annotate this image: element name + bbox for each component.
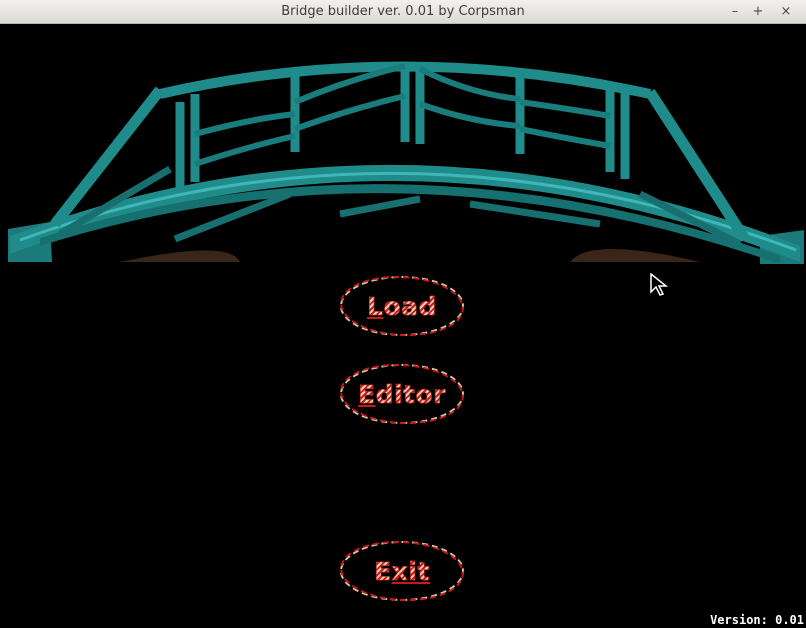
- editor-mnemonic: E: [358, 379, 376, 409]
- maximize-button[interactable]: +: [749, 3, 767, 21]
- bridge-banner-image: [8, 61, 804, 264]
- bridge-shadow-right: [570, 249, 700, 262]
- load-mnemonic: L: [367, 291, 384, 321]
- pointer-arrow-icon: [650, 273, 668, 296]
- minimize-button[interactable]: –: [726, 3, 744, 21]
- exit-label-first: E: [374, 556, 392, 586]
- exit-mnemonic: xit: [391, 556, 430, 586]
- app-window: Bridge builder ver. 0.01 by Corpsman – +…: [0, 0, 806, 628]
- exit-button[interactable]: Exit: [340, 541, 464, 601]
- close-button[interactable]: ×: [777, 3, 795, 21]
- window-title: Bridge builder ver. 0.01 by Corpsman: [281, 4, 525, 19]
- version-label: Version: 0.01: [710, 613, 804, 627]
- load-label-rest: oad: [383, 291, 437, 321]
- editor-button-label: Editor: [358, 379, 446, 409]
- title-bar[interactable]: Bridge builder ver. 0.01 by Corpsman – +…: [0, 0, 806, 24]
- game-canvas: Load Editor Exit Version: 0.01: [0, 24, 806, 628]
- editor-label-rest: ditor: [375, 379, 446, 409]
- bridge-shadow-left: [120, 250, 240, 262]
- editor-button[interactable]: Editor: [340, 364, 464, 424]
- load-button-label: Load: [367, 291, 437, 321]
- exit-button-label: Exit: [374, 556, 430, 586]
- load-button[interactable]: Load: [340, 276, 464, 336]
